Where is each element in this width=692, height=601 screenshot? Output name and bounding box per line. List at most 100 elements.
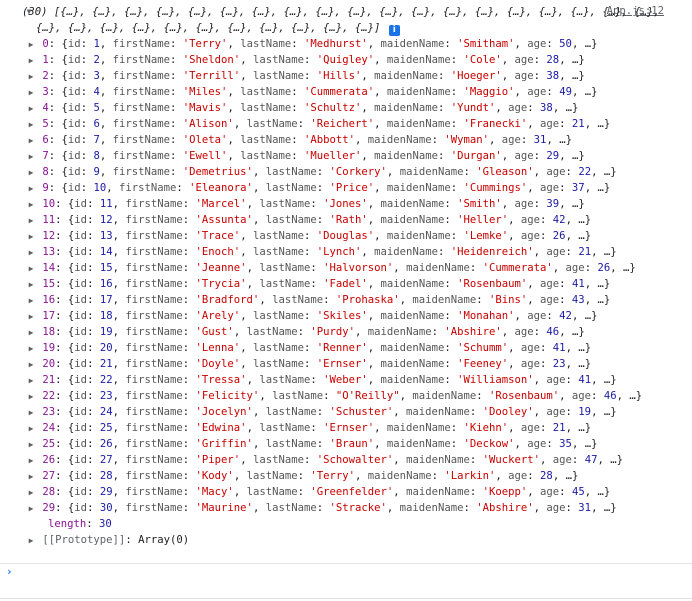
- array-entry-row[interactable]: ▶ 13: {id: 14, firstName: 'Enoch', lastN…: [0, 244, 692, 260]
- expand-triangle-right-icon[interactable]: ▶: [26, 117, 36, 133]
- array-entry-row[interactable]: ▶ 20: {id: 21, firstName: 'Doyle', lastN…: [0, 356, 692, 372]
- expand-triangle-right-icon[interactable]: ▶: [26, 357, 36, 373]
- expand-triangle-right-icon[interactable]: ▶: [26, 405, 36, 421]
- array-entry-row[interactable]: ▶ 10: {id: 11, firstName: 'Marcel', last…: [0, 196, 692, 212]
- lastName-value: 'Hills': [316, 70, 362, 82]
- maidenName-value: 'Maggio': [463, 86, 515, 98]
- age-key: age: [546, 374, 566, 386]
- array-entry-row[interactable]: ▶ 14: {id: 15, firstName: 'Jeanne', last…: [0, 260, 692, 276]
- console-prompt-icon[interactable]: ›: [6, 564, 13, 580]
- array-entry-row[interactable]: ▶ 12: {id: 13, firstName: 'Trace', lastN…: [0, 228, 692, 244]
- expand-triangle-right-icon[interactable]: ▶: [26, 229, 36, 245]
- expand-triangle-right-icon[interactable]: ▶: [26, 213, 36, 229]
- age-key: age: [565, 262, 585, 274]
- expand-triangle-right-icon[interactable]: ▶: [26, 501, 36, 517]
- maidenName-value: 'Cummerata': [482, 262, 553, 274]
- array-entry-row[interactable]: ▶ 25: {id: 26, firstName: 'Griffin', las…: [0, 436, 692, 452]
- age-key: age: [501, 134, 521, 146]
- expand-triangle-right-icon[interactable]: ▶: [26, 53, 36, 69]
- maidenName-value: 'Rosenbaum': [488, 390, 560, 402]
- array-entry-row[interactable]: ▶ 9: {id: 10, firstName: 'Eleanora', las…: [0, 180, 692, 196]
- expand-triangle-right-icon[interactable]: ▶: [26, 421, 36, 437]
- id-key: id: [74, 326, 88, 338]
- entry-index: 14: [42, 262, 56, 274]
- array-entry-row[interactable]: ▶ 11: {id: 12, firstName: 'Assunta', las…: [0, 212, 692, 228]
- id-key: id: [74, 374, 88, 386]
- array-entry-row[interactable]: ▶ 24: {id: 25, firstName: 'Edwina', last…: [0, 420, 692, 436]
- maidenName-key: maidenName: [380, 278, 445, 290]
- prototype-property[interactable]: ▶ [[Prototype]]: Array(0): [0, 532, 692, 548]
- array-summary[interactable]: ▼ (30) [{…}, {…}, {…}, {…}, {…}, {…}, {…}…: [0, 4, 692, 20]
- age-value: 50: [559, 38, 572, 50]
- expand-triangle-right-icon[interactable]: ▶: [26, 261, 36, 277]
- expand-triangle-right-icon[interactable]: ▶: [26, 277, 36, 293]
- maidenName-key: maidenName: [380, 198, 445, 210]
- array-entry-row[interactable]: ▶ 2: {id: 3, firstName: 'Terrill', lastN…: [0, 68, 692, 84]
- entry-index: 15: [42, 278, 56, 290]
- array-entry-row[interactable]: ▶ 29: {id: 30, firstName: 'Maurine', las…: [0, 500, 692, 516]
- firstName-value: 'Demetrius': [182, 166, 253, 178]
- expand-triangle-right-icon[interactable]: ▶: [26, 37, 36, 53]
- lastName-value: 'Fadel': [323, 278, 368, 290]
- expand-triangle-right-icon[interactable]: ▶: [26, 437, 36, 453]
- array-entry-row[interactable]: ▶ 8: {id: 9, firstName: 'Demetrius', las…: [0, 164, 692, 180]
- lastName-key: lastName: [252, 310, 304, 322]
- expand-triangle-right-icon[interactable]: ▶: [26, 133, 36, 149]
- array-entry-row[interactable]: ▶ 15: {id: 16, firstName: 'Trycia', last…: [0, 276, 692, 292]
- array-entry-row[interactable]: ▶ 19: {id: 20, firstName: 'Lenna', lastN…: [0, 340, 692, 356]
- array-entry-row[interactable]: ▶ 5: {id: 6, firstName: 'Alison', lastNa…: [0, 116, 692, 132]
- expand-triangle-right-icon[interactable]: ▶: [26, 485, 36, 501]
- expand-triangle-right-icon[interactable]: ▶: [26, 149, 36, 165]
- lastName-key: lastName: [265, 182, 317, 194]
- expand-triangle-right-icon[interactable]: ▶: [26, 341, 36, 357]
- entry-index: 11: [42, 214, 56, 226]
- lastName-key: lastName: [265, 406, 317, 418]
- expand-triangle-right-icon[interactable]: ▶: [26, 389, 36, 405]
- expand-triangle-right-icon[interactable]: ▶: [26, 533, 36, 549]
- maidenName-value: 'Wyman': [444, 134, 489, 146]
- expand-triangle-right-icon[interactable]: ▶: [26, 469, 36, 485]
- array-entry-row[interactable]: ▶ 17: {id: 18, firstName: 'Arely', lastN…: [0, 308, 692, 324]
- array-entries: ▶ 0: {id: 1, firstName: 'Terry', lastNam…: [0, 36, 692, 516]
- length-property: length: 30: [48, 518, 112, 530]
- expand-triangle-right-icon[interactable]: ▶: [26, 197, 36, 213]
- expand-triangle-right-icon[interactable]: ▶: [26, 373, 36, 389]
- entry-index: 21: [42, 374, 56, 386]
- firstName-key: firstName: [125, 198, 183, 210]
- array-entry-row[interactable]: ▶ 18: {id: 19, firstName: 'Gust', lastNa…: [0, 324, 692, 340]
- info-icon[interactable]: i: [388, 25, 400, 36]
- array-entry-row[interactable]: ▶ 3: {id: 4, firstName: 'Miles', lastNam…: [0, 84, 692, 100]
- age-value: 41: [578, 374, 592, 386]
- expand-triangle-right-icon[interactable]: ▶: [26, 245, 36, 261]
- array-entry-row[interactable]: ▶ 26: {id: 27, firstName: 'Piper', lastN…: [0, 452, 692, 468]
- array-entry-row[interactable]: ▶ 22: {id: 23, firstName: 'Felicity', la…: [0, 388, 692, 404]
- expand-triangle-right-icon[interactable]: ▶: [26, 165, 36, 181]
- expand-triangle-right-icon[interactable]: ▶: [26, 293, 36, 309]
- age-value: 19: [578, 406, 592, 418]
- maidenName-key: maidenName: [367, 326, 432, 338]
- firstName-key: firstName: [125, 230, 183, 242]
- expand-triangle-right-icon[interactable]: ▶: [26, 325, 36, 341]
- array-entry-row[interactable]: ▶ 23: {id: 24, firstName: 'Jocelyn', las…: [0, 404, 692, 420]
- array-entry-row[interactable]: ▶ 16: {id: 17, firstName: 'Bradford', la…: [0, 292, 692, 308]
- array-entry-row[interactable]: ▶ 28: {id: 29, firstName: 'Macy', lastNa…: [0, 484, 692, 500]
- array-entry-row[interactable]: ▶ 21: {id: 22, firstName: 'Tressa', last…: [0, 372, 692, 388]
- array-entry-row[interactable]: ▶ 27: {id: 28, firstName: 'Kody', lastNa…: [0, 468, 692, 484]
- expand-triangle-right-icon[interactable]: ▶: [26, 453, 36, 469]
- expand-triangle-right-icon[interactable]: ▶: [26, 101, 36, 117]
- lastName-value: 'Mueller': [304, 150, 362, 162]
- maidenName-key: maidenName: [386, 86, 451, 98]
- array-entry-row[interactable]: ▶ 7: {id: 8, firstName: 'Ewell', lastNam…: [0, 148, 692, 164]
- array-entry-row[interactable]: ▶ 1: {id: 2, firstName: 'Sheldon', lastN…: [0, 52, 692, 68]
- array-entry-row[interactable]: ▶ 6: {id: 7, firstName: 'Oleta', lastNam…: [0, 132, 692, 148]
- array-entry-row[interactable]: ▶ 4: {id: 5, firstName: 'Mavis', lastNam…: [0, 100, 692, 116]
- array-entry-row[interactable]: ▶ 0: {id: 1, firstName: 'Terry', lastNam…: [0, 36, 692, 52]
- expand-triangle-down-icon[interactable]: ▼: [24, 4, 34, 20]
- expand-triangle-right-icon[interactable]: ▶: [26, 85, 36, 101]
- lastName-key: lastName: [246, 470, 298, 482]
- maidenName-value: 'Bins': [488, 294, 528, 306]
- expand-triangle-right-icon[interactable]: ▶: [26, 181, 36, 197]
- expand-triangle-right-icon[interactable]: ▶: [26, 69, 36, 85]
- expand-triangle-right-icon[interactable]: ▶: [26, 309, 36, 325]
- entry-index: 24: [42, 422, 56, 434]
